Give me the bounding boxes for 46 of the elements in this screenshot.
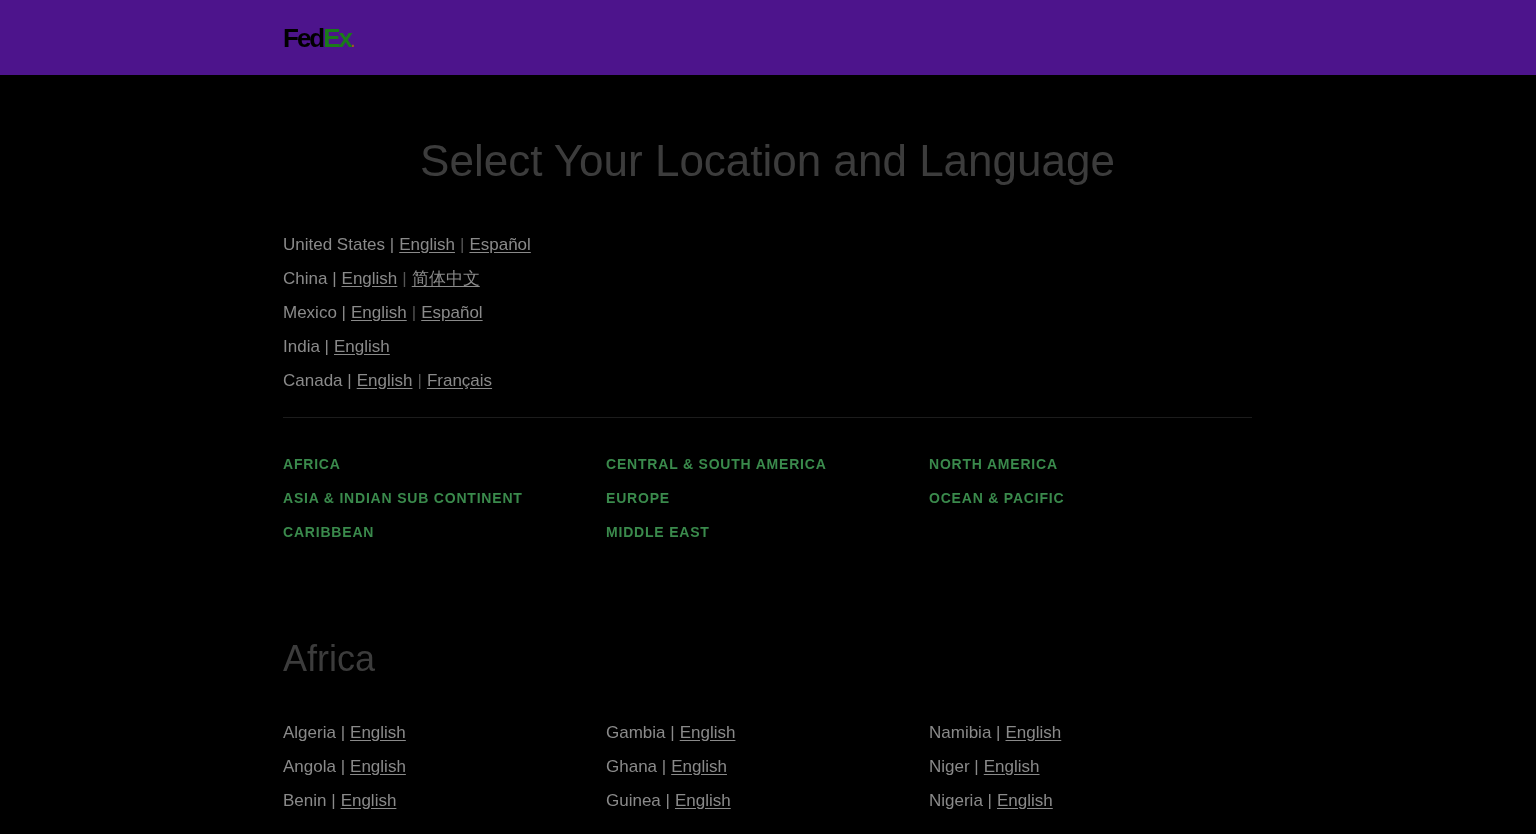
country-name: Angola | bbox=[283, 756, 346, 778]
language-link[interactable]: English bbox=[350, 755, 406, 779]
language-link[interactable]: English bbox=[679, 721, 736, 745]
language-link[interactable]: English bbox=[356, 369, 413, 393]
separator: | bbox=[411, 302, 417, 324]
separator: | bbox=[459, 234, 465, 256]
region-link[interactable]: CENTRAL & SOUTH AMERICA bbox=[606, 456, 827, 473]
country-name: Algeria | bbox=[283, 722, 346, 744]
language-link[interactable]: Español bbox=[421, 301, 483, 325]
region-link[interactable]: AFRICA bbox=[283, 456, 341, 473]
language-link[interactable]: 简体中文 bbox=[411, 267, 480, 291]
country-name: Namibia | bbox=[929, 722, 1001, 744]
country-name: Benin | bbox=[283, 790, 336, 812]
region-link[interactable]: OCEAN & PACIFIC bbox=[929, 490, 1065, 507]
language-link[interactable]: English bbox=[983, 755, 1040, 779]
region-link[interactable]: ASIA & INDIAN SUB CONTINENT bbox=[283, 490, 523, 507]
country-name: China | bbox=[283, 268, 337, 290]
country-name: Niger | bbox=[929, 756, 979, 778]
language-link[interactable]: English bbox=[340, 789, 397, 813]
country-name: Gambia | bbox=[606, 722, 675, 744]
region-link[interactable]: NORTH AMERICA bbox=[929, 456, 1058, 473]
language-link[interactable]: Español bbox=[469, 233, 531, 257]
language-link[interactable]: English bbox=[341, 267, 398, 291]
language-link[interactable]: English bbox=[350, 721, 406, 745]
language-link[interactable]: English bbox=[334, 335, 390, 359]
region-link[interactable]: EUROPE bbox=[606, 490, 670, 507]
language-link[interactable]: English bbox=[671, 755, 727, 779]
country-name: Nigeria | bbox=[929, 790, 992, 812]
country-name: India | bbox=[283, 336, 329, 358]
country-name: United States | bbox=[283, 234, 395, 256]
language-link[interactable]: English bbox=[674, 789, 731, 813]
language-link[interactable]: English bbox=[351, 301, 407, 325]
separator: | bbox=[417, 370, 422, 392]
country-name: Guinea | bbox=[606, 790, 670, 812]
language-link[interactable]: English bbox=[399, 233, 455, 257]
region-link[interactable]: CARIBBEAN bbox=[283, 524, 375, 541]
country-name: Ghana | bbox=[606, 756, 667, 778]
country-name: Mexico | bbox=[283, 302, 346, 324]
language-link[interactable]: English bbox=[1005, 721, 1062, 745]
country-name: Canada | bbox=[283, 370, 352, 392]
separator: | bbox=[402, 268, 407, 290]
page-title: Select Your Location and Language bbox=[419, 135, 1116, 187]
section-heading: Africa bbox=[283, 637, 377, 681]
language-link[interactable]: English bbox=[997, 789, 1053, 813]
region-link[interactable]: MIDDLE EAST bbox=[606, 524, 710, 541]
language-link[interactable]: Français bbox=[426, 369, 493, 393]
